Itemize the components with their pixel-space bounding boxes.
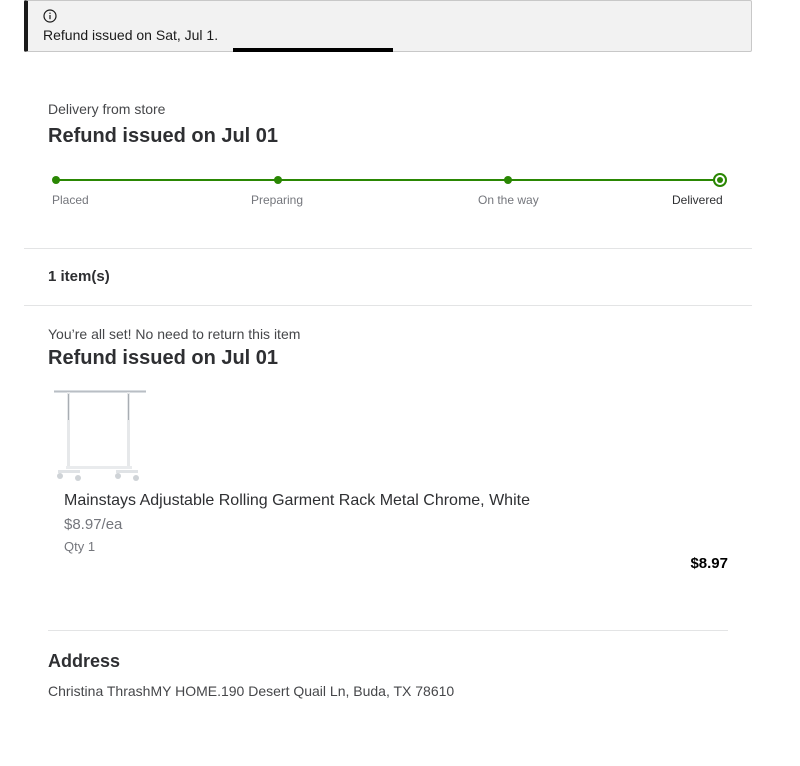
product-name[interactable]: Mainstays Adjustable Rolling Garment Rac… [64, 492, 530, 510]
section-divider [24, 248, 752, 249]
items-count: 1 item(s) [48, 268, 110, 285]
section-divider [24, 305, 752, 306]
delivery-method: Delivery from store [48, 101, 166, 117]
step-label-on-the-way: On the way [478, 193, 539, 207]
step-dot-preparing [274, 176, 282, 184]
step-dot-placed [52, 176, 60, 184]
info-icon [43, 9, 57, 23]
delivery-status-title: Refund issued on Jul 01 [48, 125, 279, 147]
step-label-preparing: Preparing [251, 193, 304, 207]
address-title: Address [48, 651, 121, 671]
garment-rack-image[interactable] [52, 386, 148, 486]
unit-price: $8.97/ea [64, 516, 123, 533]
progress-line [56, 179, 720, 181]
address-text: Christina ThrashMY HOME.190 Desert Quail… [48, 683, 455, 699]
step-dot-delivered [713, 173, 727, 187]
notice-decor-bar [233, 48, 393, 52]
refund-notice-banner: Refund issued on Sat, Jul 1. [24, 0, 752, 52]
step-label-placed: Placed [52, 193, 89, 207]
section-divider [48, 630, 728, 631]
item-refund-status: Refund issued on Jul 01 [48, 347, 279, 369]
item-total-price: $8.97 [690, 555, 728, 572]
delivery-progress-tracker: Placed Preparing On the way Delivered [52, 172, 727, 212]
step-dot-on-the-way [504, 176, 512, 184]
notice-text: Refund issued on Sat, Jul 1. [43, 27, 219, 43]
return-note: You’re all set! No need to return this i… [48, 326, 301, 342]
step-label-delivered: Delivered [672, 193, 723, 207]
quantity: Qty 1 [64, 539, 96, 554]
